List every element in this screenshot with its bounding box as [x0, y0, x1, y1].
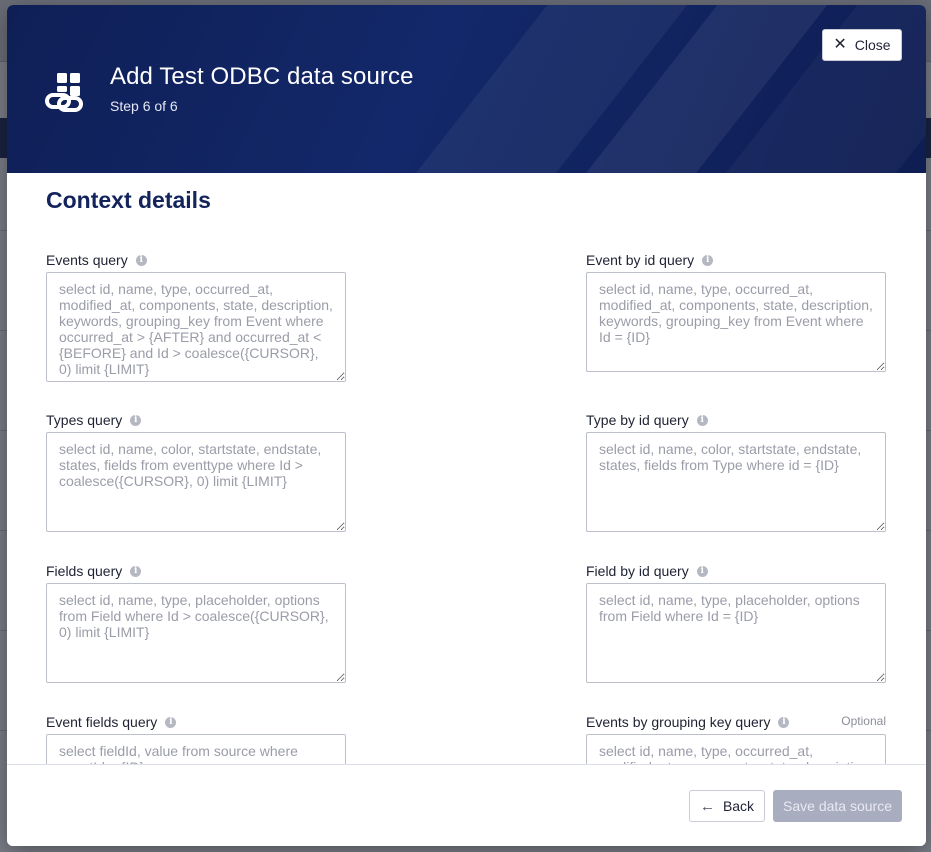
types-query-label: Types query — [46, 412, 123, 428]
close-button-label: Close — [854, 37, 891, 53]
dialog-footer: ← Back Save data source — [7, 764, 926, 846]
events-by-grouping-key-query-field: Events by grouping key query i Optional — [586, 713, 886, 764]
step-indicator: Step 6 of 6 — [110, 98, 178, 114]
section-title: Context details — [46, 187, 211, 213]
dialog-header: Add Test ODBC data source Step 6 of 6 ✕ … — [7, 5, 926, 173]
close-button[interactable]: ✕ Close — [822, 29, 902, 61]
event-by-id-query-input[interactable] — [586, 272, 886, 372]
save-data-source-button[interactable]: Save data source — [773, 790, 902, 822]
fields-query-input[interactable] — [46, 583, 346, 683]
data-source-link-icon — [45, 73, 83, 112]
field-by-id-query-label: Field by id query — [586, 563, 689, 579]
info-icon[interactable]: i — [696, 414, 708, 426]
field-by-id-query-input[interactable] — [586, 583, 886, 683]
types-query-field: Types query i — [46, 411, 346, 532]
info-icon[interactable]: i — [165, 716, 177, 728]
back-button-label: Back — [722, 798, 755, 814]
event-by-id-query-field: Event by id query i — [586, 251, 886, 372]
events-query-label: Events query — [46, 252, 128, 268]
type-by-id-query-field: Type by id query i — [586, 411, 886, 532]
events-by-grouping-key-query-label: Events by grouping key query — [586, 714, 771, 730]
back-button[interactable]: ← Back — [689, 790, 765, 822]
info-icon[interactable]: i — [778, 716, 790, 728]
dialog-body[interactable]: Context details Events query i Event by … — [7, 173, 926, 764]
events-by-grouping-key-query-input[interactable] — [586, 734, 886, 764]
fields-query-label: Fields query — [46, 563, 123, 579]
events-query-field: Events query i — [46, 251, 346, 382]
event-fields-query-field: Event fields query i — [46, 713, 346, 764]
info-icon[interactable]: i — [702, 254, 714, 266]
field-by-id-query-field: Field by id query i — [586, 562, 886, 683]
type-by-id-query-input[interactable] — [586, 432, 886, 532]
add-data-source-dialog: Add Test ODBC data source Step 6 of 6 ✕ … — [7, 5, 926, 846]
event-fields-query-input[interactable] — [46, 734, 346, 764]
info-icon[interactable]: i — [130, 565, 142, 577]
info-icon[interactable]: i — [696, 565, 708, 577]
dialog-title: Add Test ODBC data source — [110, 63, 414, 90]
info-icon[interactable]: i — [130, 414, 142, 426]
optional-tag: Optional — [841, 714, 886, 728]
fields-query-field: Fields query i — [46, 562, 346, 683]
event-by-id-query-label: Event by id query — [586, 252, 695, 268]
info-icon[interactable]: i — [135, 254, 147, 266]
arrow-left-icon: ← — [699, 797, 715, 815]
events-query-input[interactable] — [46, 272, 346, 382]
type-by-id-query-label: Type by id query — [586, 412, 689, 428]
types-query-input[interactable] — [46, 432, 346, 532]
close-icon: ✕ — [833, 36, 847, 53]
event-fields-query-label: Event fields query — [46, 714, 158, 730]
